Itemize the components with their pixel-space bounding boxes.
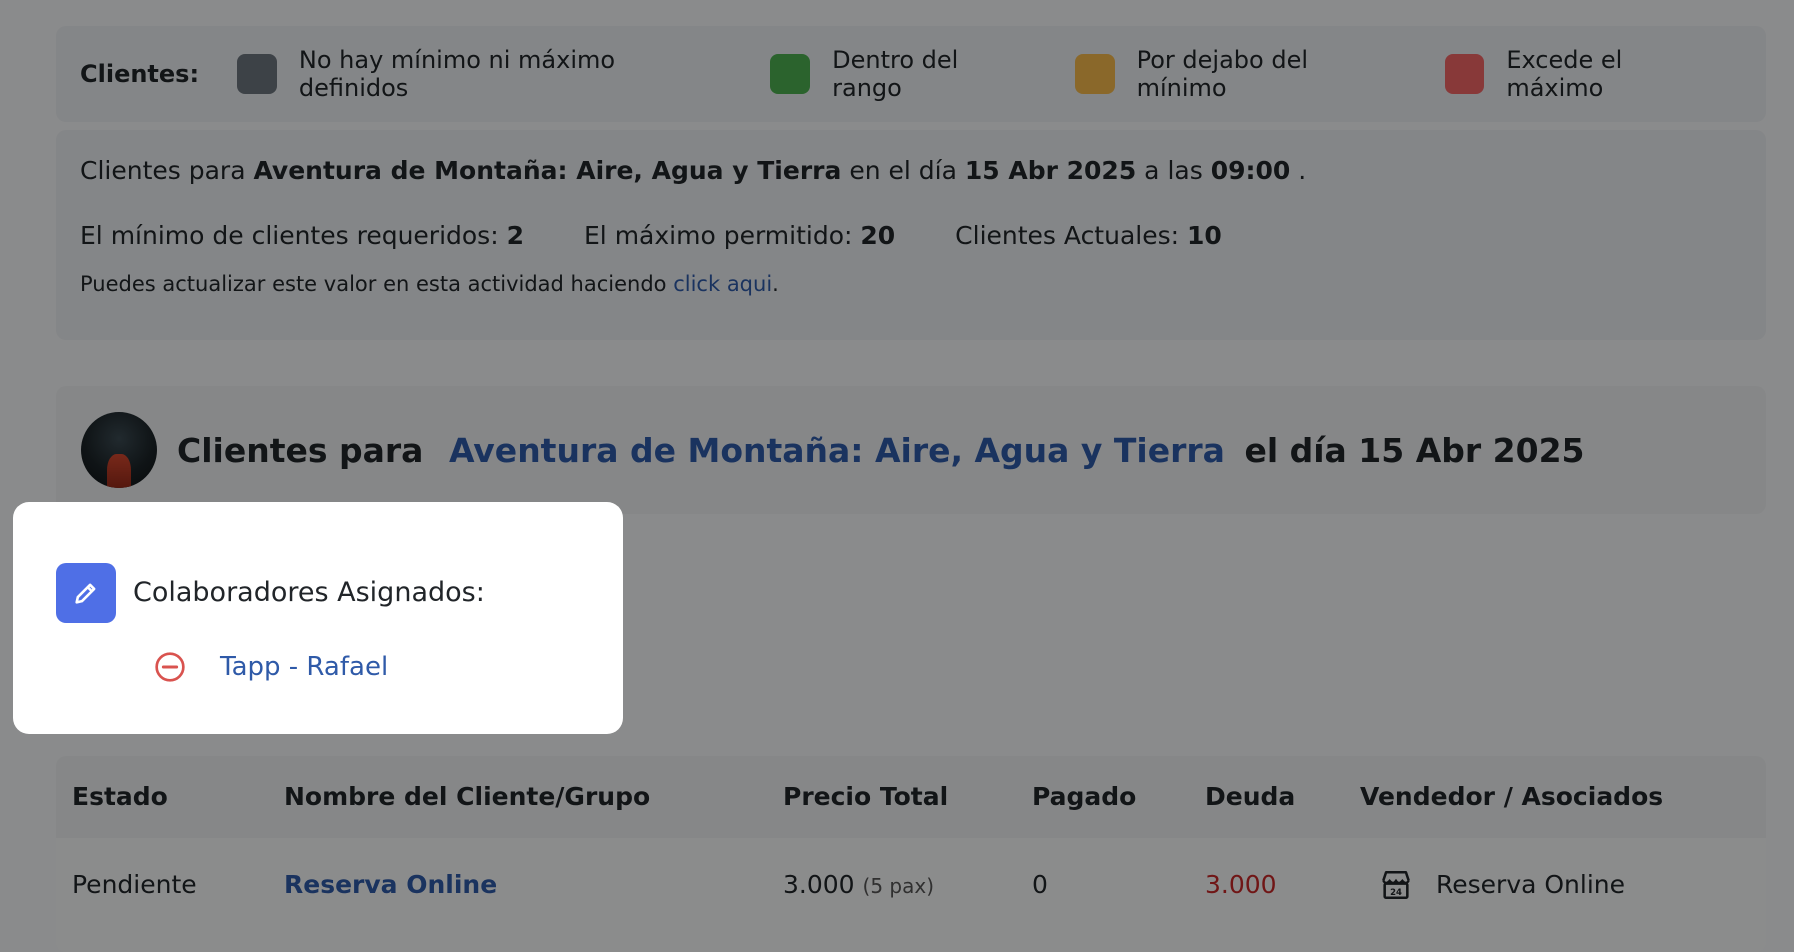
- collaborator-name-link[interactable]: Tapp - Rafael: [220, 652, 388, 682]
- remove-circle-icon[interactable]: [154, 651, 186, 683]
- pencil-icon: [75, 583, 96, 604]
- page: Clientes: No hay mínimo ni máximo defini…: [0, 0, 1794, 952]
- collaborators-popover: Colaboradores Asignados: Tapp - Rafael: [13, 502, 623, 734]
- edit-collaborators-button[interactable]: [56, 563, 116, 623]
- popover-title: Colaboradores Asignados:: [133, 577, 485, 608]
- modal-backdrop[interactable]: [0, 0, 1794, 952]
